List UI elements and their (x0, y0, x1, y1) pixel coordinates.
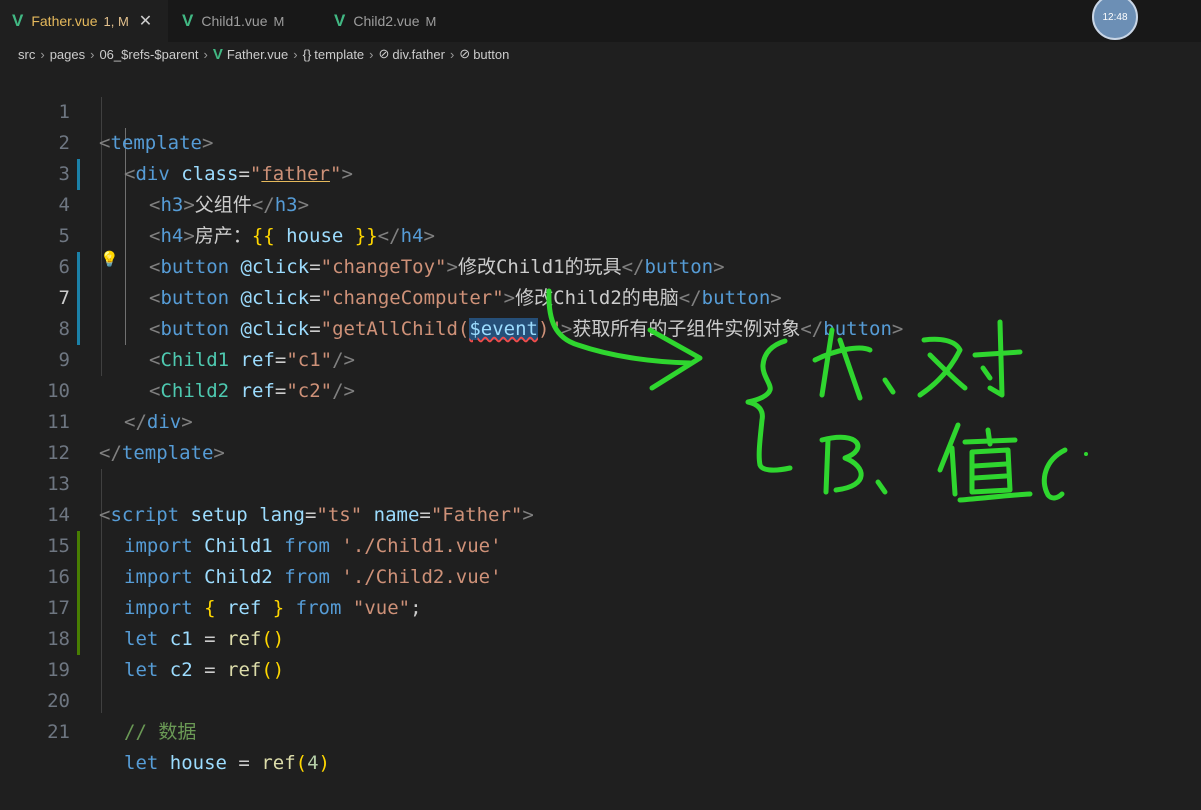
handwritten-annotation (546, 288, 1088, 503)
line-number: 21 (47, 721, 70, 743)
code-comment: // 数据 (124, 721, 197, 743)
code-text: let house = ref(4) (124, 752, 330, 774)
